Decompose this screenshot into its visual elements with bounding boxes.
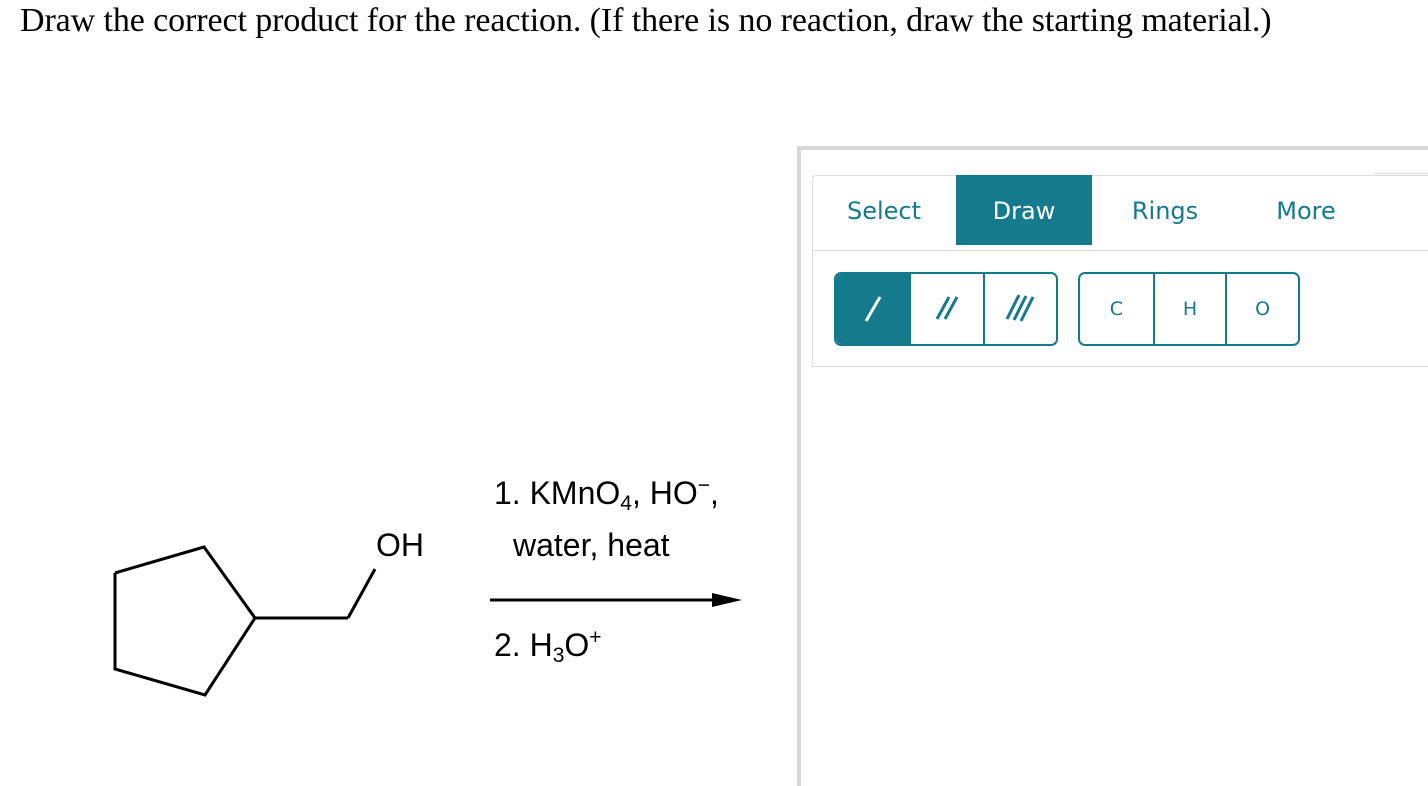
single-bond-icon [864,296,881,322]
bond-tools [834,272,1058,346]
cyclopentylmethanol-structure [113,545,377,697]
reagent-step-1: 1. KMnO4, HO−, [494,474,719,515]
triple-bond-button[interactable] [982,274,1056,344]
atom-c-button[interactable]: C [1080,274,1153,344]
reaction-arrow [490,593,742,607]
question-text: Draw the correct product for the reactio… [20,2,1272,39]
hydroxyl-label: OH [376,527,424,563]
double-bond-icon [935,296,959,320]
tab-select[interactable]: Select [836,175,932,245]
cyclopentane-ring [113,545,257,697]
single-bond-button[interactable] [836,274,910,344]
reagent-step-1-conditions: water, heat [513,527,670,563]
reagent-step-2: 2. H3O+ [494,626,602,667]
double-bond-button[interactable] [909,274,982,344]
atom-o-button[interactable]: O [1225,274,1298,344]
tab-more[interactable]: More [1258,175,1354,245]
tab-rings[interactable]: Rings [1112,175,1218,245]
tool-tabs: Select Draw Rings More [812,175,1428,251]
atom-h-button[interactable]: H [1152,274,1226,344]
tab-draw[interactable]: Draw [956,175,1092,245]
atom-tools: C H O [1078,272,1300,346]
c-o-bond [346,568,377,619]
triple-bond-icon [1006,294,1035,322]
toolbar-divider [1374,173,1428,174]
